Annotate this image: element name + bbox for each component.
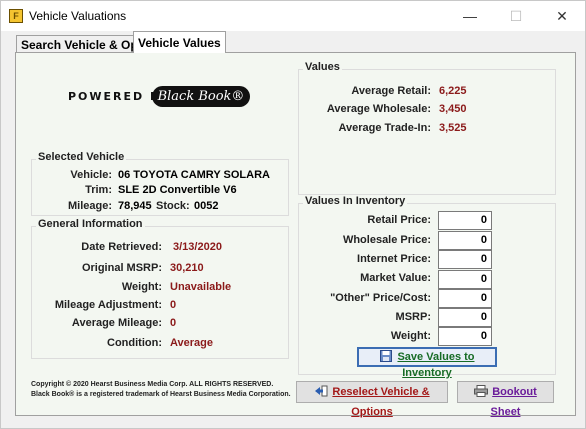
other-price-cost-label: "Other" Price/Cost: (330, 292, 431, 304)
selected-vehicle-group: Selected Vehicle Vehicle: 06 TOYOTA CAMR… (31, 151, 289, 216)
average-mileage-label: Average Mileage: (71, 317, 162, 329)
close-button[interactable]: ✕ (539, 1, 585, 31)
mileage-value: 78,945 (118, 200, 152, 212)
inventory-weight-label: Weight: (390, 330, 431, 342)
date-retrieved-label: Date Retrieved: (81, 241, 162, 253)
average-trade-in-label: Average Trade-In: (338, 122, 431, 134)
average-wholesale-label: Average Wholesale: (326, 103, 431, 115)
other-price-cost-input[interactable]: 0 (438, 289, 492, 308)
vehicle-label: Vehicle: (70, 169, 112, 181)
black-book-logo: POWERED BY Black Book® (68, 86, 250, 108)
save-values-to-inventory-button[interactable]: Save Values to Inventory (357, 347, 497, 379)
wholesale-price-label: Wholesale Price: (342, 234, 431, 246)
back-arrow-icon (314, 384, 328, 397)
weight-label: Weight: (121, 281, 162, 293)
internet-price-label: Internet Price: (357, 253, 431, 265)
inventory-weight-input[interactable]: 0 (438, 327, 492, 346)
average-wholesale-value: 3,450 (439, 103, 467, 115)
mileage-adjustment-label: Mileage Adjustment: (54, 299, 162, 311)
average-retail-label: Average Retail: (351, 85, 431, 97)
weight-value: Unavailable (170, 281, 232, 293)
printer-icon (474, 384, 489, 397)
trim-label: Trim: (85, 184, 112, 196)
vehicle-valuations-window: F Vehicle Valuations — ☐ ✕ Search Vehicl… (0, 0, 586, 429)
maximize-button[interactable]: ☐ (493, 1, 539, 31)
values-in-inventory-title: Values In Inventory (303, 195, 408, 207)
trademark-line: Black Book® is a registered trademark of… (31, 391, 291, 398)
original-msrp-value: 30,210 (170, 262, 204, 274)
retail-price-label: Retail Price: (367, 214, 431, 226)
values-title: Values (303, 61, 342, 73)
trim-value: SLE 2D Convertible V6 (118, 184, 237, 196)
bookout-sheet-button[interactable]: Bookout Sheet (457, 381, 554, 418)
tab-search-vehicle[interactable]: Search Vehicle & Options (16, 35, 134, 53)
values-group: Values Average Retail: 6,225 Average Who… (298, 61, 556, 195)
tab-vehicle-values[interactable]: Vehicle Values (133, 31, 226, 53)
wholesale-price-input[interactable]: 0 (438, 231, 492, 250)
copyright-notice: Copyright © 2020 Hearst Business Media C… (31, 380, 291, 400)
msrp-input[interactable]: 0 (438, 308, 492, 327)
title-bar: F Vehicle Valuations — ☐ ✕ (1, 1, 585, 31)
window-title: Vehicle Valuations (29, 9, 127, 23)
average-mileage-value: 0 (170, 317, 177, 329)
tab-strip: Search Vehicle & Options Vehicle Values (15, 31, 575, 53)
copyright-line: Copyright © 2020 Hearst Business Media C… (31, 381, 274, 388)
average-retail-value: 6,225 (439, 85, 467, 97)
mileage-label: Mileage: (67, 200, 112, 212)
general-information-title: General Information (36, 218, 145, 230)
average-trade-in-value: 3,525 (439, 122, 467, 134)
selected-vehicle-title: Selected Vehicle (36, 151, 127, 163)
floppy-disk-icon (379, 350, 393, 362)
market-value-input[interactable]: 0 (438, 270, 492, 289)
app-icon: F (9, 9, 23, 23)
condition-value: Average (170, 337, 214, 349)
general-information-group: General Information Date Retrieved: 3/13… (31, 218, 289, 359)
mileage-adjustment-value: 0 (170, 299, 177, 311)
vehicle-value: 06 TOYOTA CAMRY SOLARA (118, 169, 270, 181)
retail-price-input[interactable]: 0 (438, 211, 492, 230)
msrp-label: MSRP: (395, 311, 431, 323)
date-retrieved-value: 3/13/2020 (173, 241, 222, 253)
condition-label: Condition: (107, 337, 162, 349)
original-msrp-label: Original MSRP: (81, 262, 162, 274)
market-value-label: Market Value: (360, 272, 431, 284)
black-book-badge: Black Book® (152, 86, 250, 107)
stock-label: Stock: (156, 200, 190, 212)
reselect-vehicle-options-button[interactable]: Reselect Vehicle & Options (296, 381, 448, 418)
stock-value: 0052 (194, 200, 219, 212)
internet-price-input[interactable]: 0 (438, 250, 492, 269)
minimize-button[interactable]: — (447, 1, 493, 31)
